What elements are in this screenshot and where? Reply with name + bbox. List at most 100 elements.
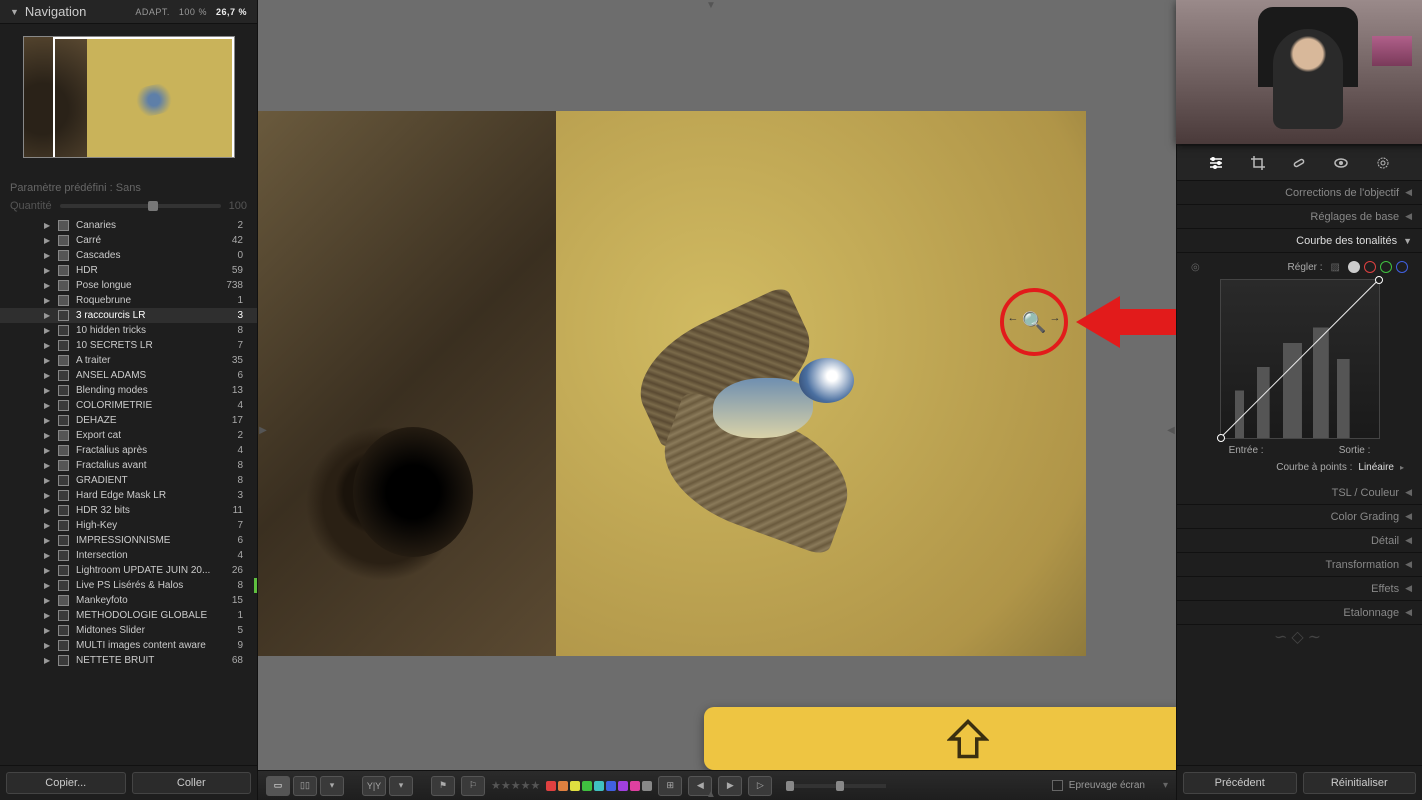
expand-icon[interactable]: ▶ [44, 251, 50, 260]
quantity-row[interactable]: Quantité 100 [0, 198, 257, 218]
collection-item[interactable]: ▶Hard Edge Mask LR3 [0, 488, 257, 503]
collection-item[interactable]: ▶High-Key7 [0, 518, 257, 533]
channel-dot[interactable] [1364, 261, 1376, 273]
panel-transform[interactable]: Transformation◀ [1177, 553, 1422, 577]
expand-icon[interactable]: ▶ [44, 461, 50, 470]
panel-tsl[interactable]: TSL / Couleur◀ [1177, 481, 1422, 505]
collection-item[interactable]: ▶MULTI images content aware9 [0, 638, 257, 653]
collection-item[interactable]: ▶A traiter35 [0, 353, 257, 368]
collection-item[interactable]: ▶Pose longue738 [0, 278, 257, 293]
chevron-down-icon[interactable]: ▾ [1163, 780, 1168, 791]
expand-icon[interactable]: ▶ [44, 341, 50, 350]
color-label-swatch[interactable] [642, 781, 652, 791]
collection-item[interactable]: ▶MÉTHODOLOGIE GLOBALE1 [0, 608, 257, 623]
expand-icon[interactable]: ▶ [44, 536, 50, 545]
masking-tool-icon[interactable] [1372, 152, 1394, 174]
panel-tone-curve[interactable]: Courbe des tonalités▼ [1177, 229, 1422, 253]
color-label-swatch[interactable] [570, 781, 580, 791]
expand-icon[interactable]: ▶ [44, 326, 50, 335]
collection-item[interactable]: ▶Carré42 [0, 233, 257, 248]
collection-item[interactable]: ▶NETTETE BRUIT68 [0, 653, 257, 668]
collection-item[interactable]: ▶Mankeyfoto15 [0, 593, 257, 608]
heal-tool-icon[interactable] [1288, 152, 1310, 174]
flag-pick-button[interactable]: ⚑ [431, 776, 455, 796]
collection-list[interactable]: ▶Canaries2▶Carré42▶Cascades0▶HDR59▶Pose … [0, 218, 257, 765]
expand-icon[interactable]: ▶ [44, 431, 50, 440]
copy-button[interactable]: Copier... [6, 772, 126, 794]
target-adjust-icon[interactable]: ◎ [1191, 262, 1200, 273]
channel-dot[interactable] [1380, 261, 1392, 273]
collection-item[interactable]: ▶Live PS Lisérés & Halos8 [0, 578, 257, 593]
expand-icon[interactable]: ▶ [44, 551, 50, 560]
collection-item[interactable]: ▶Export cat2 [0, 428, 257, 443]
rating-stars[interactable]: ★★★★★ [491, 779, 540, 792]
expand-icon[interactable]: ▶ [44, 236, 50, 245]
panel-effects[interactable]: Effets◀ [1177, 577, 1422, 601]
survey-view-button[interactable]: ▾ [320, 776, 344, 796]
expand-icon[interactable]: ▶ [44, 371, 50, 380]
collection-item[interactable]: ▶Midtones Slider5 [0, 623, 257, 638]
next-photo-button[interactable]: ▶ [718, 776, 742, 796]
reset-button[interactable]: Réinitialiser [1303, 772, 1417, 794]
panel-lens-corrections[interactable]: Corrections de l'objectif◀ [1177, 181, 1422, 205]
before-after-button[interactable]: Y|Y [362, 776, 386, 796]
soft-proof-checkbox[interactable] [1052, 780, 1063, 791]
collection-item[interactable]: ▶DEHAZE17 [0, 413, 257, 428]
expand-icon[interactable]: ▶ [44, 281, 50, 290]
channel-dot[interactable] [1348, 261, 1360, 273]
collection-item[interactable]: ▶Cascades0 [0, 248, 257, 263]
panel-basic[interactable]: Réglages de base◀ [1177, 205, 1422, 229]
panel-calibration[interactable]: Etalonnage◀ [1177, 601, 1422, 625]
collection-item[interactable]: ▶10 SECRETS LR7 [0, 338, 257, 353]
collection-item[interactable]: ▶COLORIMETRIE4 [0, 398, 257, 413]
collection-item[interactable]: ▶ANSEL ADAMS6 [0, 368, 257, 383]
expand-icon[interactable]: ▶ [44, 476, 50, 485]
flag-reject-button[interactable]: ⚐ [461, 776, 485, 796]
panel-detail[interactable]: Détail◀ [1177, 529, 1422, 553]
bottom-panel-toggle[interactable]: ▲ [706, 789, 716, 800]
collection-item[interactable]: ▶Canaries2 [0, 218, 257, 233]
channel-dot[interactable] [1396, 261, 1408, 273]
edit-sliders-icon[interactable] [1205, 152, 1227, 174]
collection-item[interactable]: ▶3 raccourcis LR3 [0, 308, 257, 323]
expand-icon[interactable]: ▶ [44, 296, 50, 305]
image-viewport[interactable]: 🔍 [258, 0, 1176, 800]
color-label-swatch[interactable] [630, 781, 640, 791]
expand-icon[interactable]: ▶ [44, 386, 50, 395]
expand-icon[interactable]: ▶ [44, 566, 50, 575]
color-label-swatch[interactable] [594, 781, 604, 791]
collection-item[interactable]: ▶HDR59 [0, 263, 257, 278]
expand-icon[interactable]: ▶ [44, 581, 50, 590]
expand-icon[interactable]: ▶ [44, 401, 50, 410]
right-panel-toggle[interactable]: ◀ [1166, 400, 1176, 460]
color-label-swatches[interactable] [546, 781, 652, 791]
collection-item[interactable]: ▶10 hidden tricks8 [0, 323, 257, 338]
expand-icon[interactable]: ▶ [44, 491, 50, 500]
color-label-swatch[interactable] [618, 781, 628, 791]
navigator-thumbnail[interactable] [23, 36, 235, 158]
navigator-crop-rect[interactable] [53, 37, 234, 158]
point-curve-row[interactable]: Courbe à points : Linéaire ▸ [1191, 456, 1408, 473]
collection-item[interactable]: ▶Intersection4 [0, 548, 257, 563]
zoom-100[interactable]: 100 % [179, 7, 207, 17]
before-after-menu[interactable]: ▾ [389, 776, 413, 796]
navigator-header[interactable]: ▼ Navigation ADAPT. 100 % 26,7 % [0, 0, 257, 24]
collection-item[interactable]: ▶GRADIENT8 [0, 473, 257, 488]
preset-row[interactable]: Paramètre prédéfini : Sans [0, 178, 257, 198]
collection-item[interactable]: ▶Lightroom UPDATE JUIN 20...26 [0, 563, 257, 578]
expand-icon[interactable]: ▶ [44, 266, 50, 275]
dropdown-icon[interactable]: ▸ [1400, 463, 1404, 472]
expand-icon[interactable]: ▶ [44, 416, 50, 425]
panel-color-grading[interactable]: Color Grading◀ [1177, 505, 1422, 529]
collection-item[interactable]: ▶Fractalius avant8 [0, 458, 257, 473]
expand-icon[interactable]: ▶ [44, 521, 50, 530]
color-label-swatch[interactable] [582, 781, 592, 791]
zoom-current[interactable]: 26,7 % [216, 7, 247, 17]
expand-icon[interactable]: ▶ [44, 611, 50, 620]
expand-icon[interactable]: ▶ [44, 311, 50, 320]
curve-point-black[interactable] [1217, 434, 1225, 442]
grid-toggle-button[interactable]: ⊞ [658, 776, 682, 796]
paste-button[interactable]: Coller [132, 772, 252, 794]
previous-button[interactable]: Précédent [1183, 772, 1297, 794]
color-label-swatch[interactable] [558, 781, 568, 791]
